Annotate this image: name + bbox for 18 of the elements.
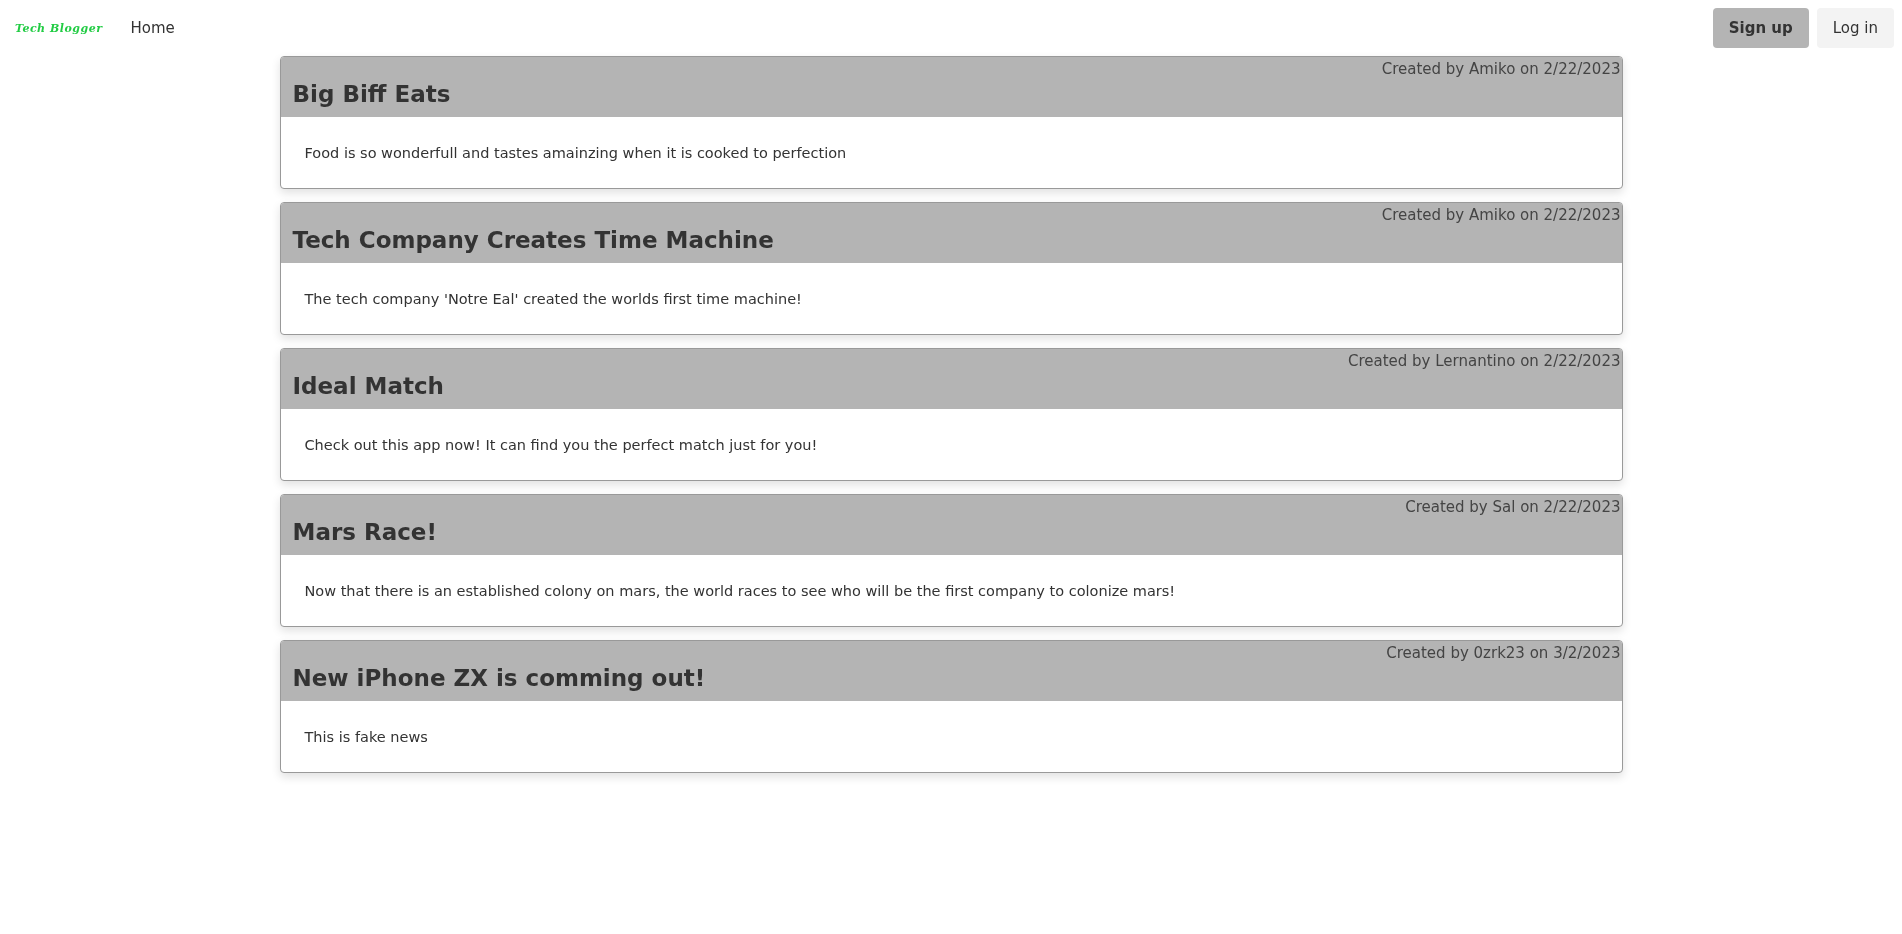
- post-title: Big Biff Eats: [292, 81, 451, 107]
- nav-link[interactable]: Home: [130, 19, 175, 37]
- post-body: This is fake news: [304, 728, 428, 745]
- post-meta: Created by Sal on 2/22/2023: [1405, 498, 1621, 516]
- post-body: Now that there is an established colony on mars, the world races to see who will be the first company to colonize mars!: [304, 582, 1176, 599]
- post-title: Tech Company Creates Time Machine: [292, 227, 774, 253]
- post-meta: Created by 0zrk23 on 3/2/2023: [1386, 644, 1621, 662]
- post-body: Check out this app now! It can find you the perfect match just for you!: [304, 436, 818, 453]
- signup-button[interactable]: Sign up: [1712, 8, 1809, 48]
- post-meta: Created by Amiko on 2/22/2023: [1381, 206, 1621, 224]
- post-title: New iPhone ZX is comming out!: [292, 665, 706, 691]
- post-body: The tech company 'Notre Eal' created the worlds first time machine!: [304, 290, 802, 307]
- post-meta: Created by Amiko on 2/22/2023: [1381, 60, 1621, 78]
- post-meta: Created by Lernantino on 2/22/2023: [1347, 352, 1621, 370]
- post-body: Food is so wonderfull and tastes amainzing when it is cooked to perfection: [304, 144, 847, 161]
- login-button[interactable]: Log in: [1816, 8, 1894, 48]
- post-title: Ideal Match: [292, 373, 444, 399]
- post-title: Mars Race!: [292, 519, 437, 545]
